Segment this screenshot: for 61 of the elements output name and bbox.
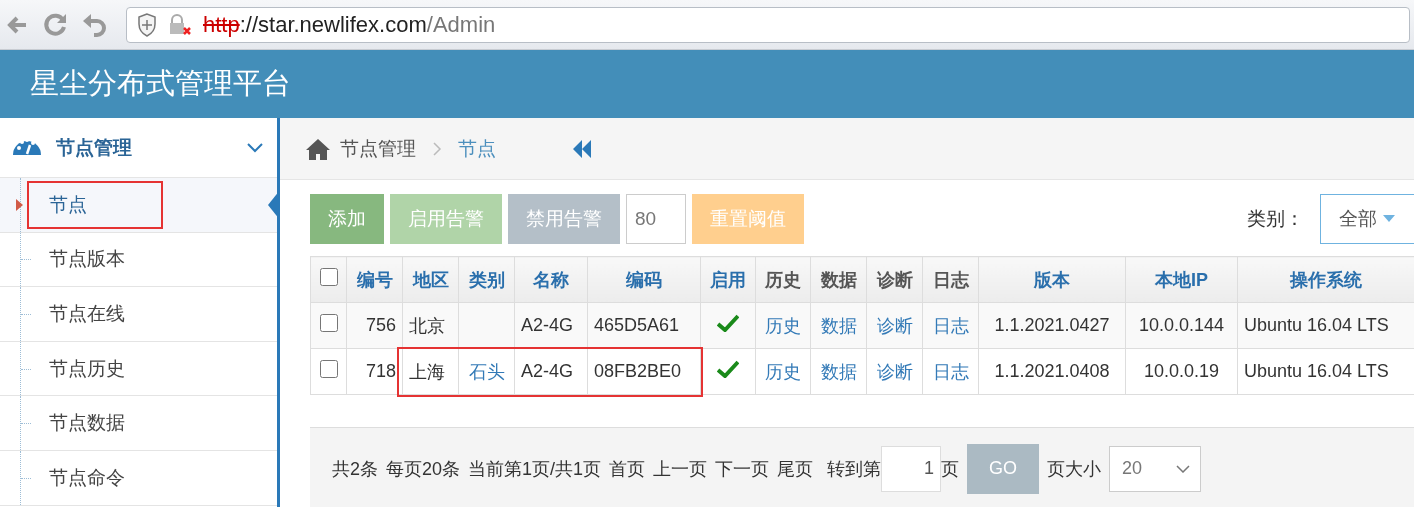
caret-icon xyxy=(16,198,23,211)
pager-link[interactable]: 尾页 xyxy=(777,456,814,481)
category-select[interactable]: 全部 xyxy=(1320,194,1414,244)
pager-info: 每页20条 xyxy=(386,457,461,481)
breadcrumb-current: 节点 xyxy=(458,136,496,161)
column-header: 日志 xyxy=(932,269,969,290)
table-cell: A2-4G xyxy=(521,315,574,335)
shield-icon xyxy=(137,12,157,37)
app-title: 星尘分布式管理平台 xyxy=(30,66,291,101)
table-cell: 北京 xyxy=(409,315,445,336)
sidebar-item[interactable]: 节点数据 xyxy=(27,404,163,443)
pager-link[interactable]: 首页 xyxy=(609,456,646,481)
column-header: 数据 xyxy=(820,269,857,290)
column-header: 历史 xyxy=(765,269,801,290)
row-checkbox[interactable] xyxy=(319,314,338,332)
page-size-select[interactable]: 20 xyxy=(1109,445,1202,492)
pager-info: 当前第1页/共1页 xyxy=(468,457,602,481)
goto-label: 转到第 xyxy=(827,457,882,481)
pager-info: 共2条 xyxy=(332,457,378,481)
address-bar[interactable]: http://star.newlifex.com/Admin xyxy=(126,6,1410,43)
column-header[interactable]: 版本 xyxy=(1034,269,1070,290)
table-cell: 756 xyxy=(365,315,396,335)
column-header: 诊断 xyxy=(876,269,913,290)
chevron-icon xyxy=(1176,464,1191,473)
breadcrumb-link[interactable]: 节点管理 xyxy=(340,135,416,162)
sidebar-item[interactable]: 节点在线 xyxy=(27,295,163,333)
sidebar-item[interactable]: 节点命令 xyxy=(27,458,163,497)
caret-icon xyxy=(1383,215,1395,223)
select-all-checkbox[interactable] xyxy=(319,268,338,286)
table-cell: 465D5A61 xyxy=(594,315,680,335)
table-cell: 10.0.0.19 xyxy=(1143,361,1220,381)
goto-label: 页 xyxy=(941,457,960,481)
sidebar-group-label: 节点管理 xyxy=(56,135,133,160)
column-header[interactable]: 操作系统 xyxy=(1290,269,1362,290)
pager-link[interactable]: 上一页 xyxy=(653,456,708,481)
threshold-field[interactable]: 80 xyxy=(626,194,686,244)
table-cell: A2-4G xyxy=(521,361,574,381)
table-cell: 10.0.0.144 xyxy=(1138,315,1225,335)
table-cell: Ubuntu 16.04 LTS xyxy=(1244,361,1389,381)
page-field[interactable]: 1 xyxy=(881,445,942,492)
row-checkbox[interactable] xyxy=(319,360,338,378)
table-cell: 1.1.2021.0427 xyxy=(994,315,1110,335)
table-cell: 08FB2BE0 xyxy=(594,361,682,381)
insecure-lock-icon xyxy=(167,12,193,37)
home-icon[interactable] xyxy=(306,137,330,160)
sidebar-item[interactable]: 节点历史 xyxy=(27,349,163,388)
sidebar-item[interactable]: 节点版本 xyxy=(27,240,163,279)
table-cell: 上海 xyxy=(409,361,445,382)
table-cell: Ubuntu 16.04 LTS xyxy=(1244,315,1389,335)
page-size-label: 页大小 xyxy=(1047,457,1102,481)
column-header[interactable]: 编码 xyxy=(626,269,662,290)
table-cell: 718 xyxy=(365,361,396,381)
filter-label: 类别： xyxy=(1247,207,1304,231)
table-cell: 1.1.2021.0408 xyxy=(994,361,1110,381)
pager-link[interactable]: 下一页 xyxy=(715,456,770,481)
collapse-icon[interactable] xyxy=(572,139,592,158)
sidebar-item[interactable]: 节点 xyxy=(27,180,163,229)
dashboard-icon xyxy=(12,139,42,156)
url-text: http://star.newlifex.com/Admin xyxy=(203,11,496,38)
chevron-icon xyxy=(432,141,442,156)
chevron-icon xyxy=(247,142,263,153)
